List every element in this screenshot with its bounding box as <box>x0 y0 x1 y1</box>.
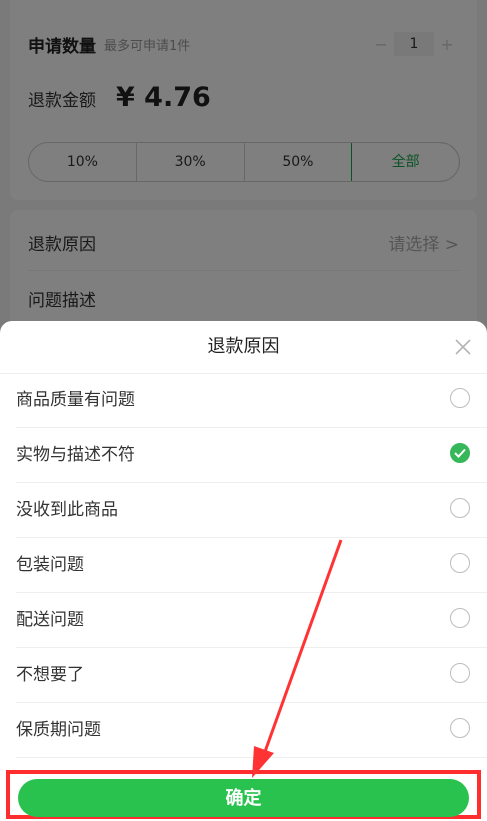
reason-option-packaging[interactable]: 包装问题 <box>16 538 487 593</box>
option-label: 商品质量有问题 <box>16 390 135 410</box>
reason-option-list: 商品质量有问题 实物与描述不符 没收到此商品 包装问题 配送问题 不想要了 保质… <box>0 373 487 758</box>
radio-icon[interactable] <box>450 608 470 628</box>
reason-option-delivery[interactable]: 配送问题 <box>16 593 487 648</box>
radio-icon[interactable] <box>450 553 470 573</box>
reason-option-quality[interactable]: 商品质量有问题 <box>16 373 487 428</box>
confirm-highlight-box: 确定 <box>6 770 481 819</box>
reason-option-not-received[interactable]: 没收到此商品 <box>16 483 487 538</box>
radio-icon[interactable] <box>450 388 470 408</box>
option-label: 没收到此商品 <box>16 500 118 520</box>
close-icon[interactable] <box>451 335 475 359</box>
refund-reason-sheet: 退款原因 商品质量有问题 实物与描述不符 没收到此商品 包装问题 配送问题 不想… <box>0 321 487 821</box>
reason-option-mismatch[interactable]: 实物与描述不符 <box>16 428 487 483</box>
radio-icon[interactable] <box>450 498 470 518</box>
option-label: 实物与描述不符 <box>16 445 135 465</box>
option-label: 不想要了 <box>16 665 84 685</box>
option-label: 保质期问题 <box>16 720 101 740</box>
sheet-header: 退款原因 <box>0 321 487 374</box>
check-icon[interactable] <box>450 443 470 463</box>
radio-icon[interactable] <box>450 718 470 738</box>
confirm-button[interactable]: 确定 <box>18 779 469 817</box>
option-label: 包装问题 <box>16 555 84 575</box>
radio-icon[interactable] <box>450 663 470 683</box>
reason-option-expiry[interactable]: 保质期问题 <box>16 703 487 758</box>
sheet-title: 退款原因 <box>207 336 280 357</box>
option-label: 配送问题 <box>16 610 84 630</box>
reason-option-unwanted[interactable]: 不想要了 <box>16 648 487 703</box>
